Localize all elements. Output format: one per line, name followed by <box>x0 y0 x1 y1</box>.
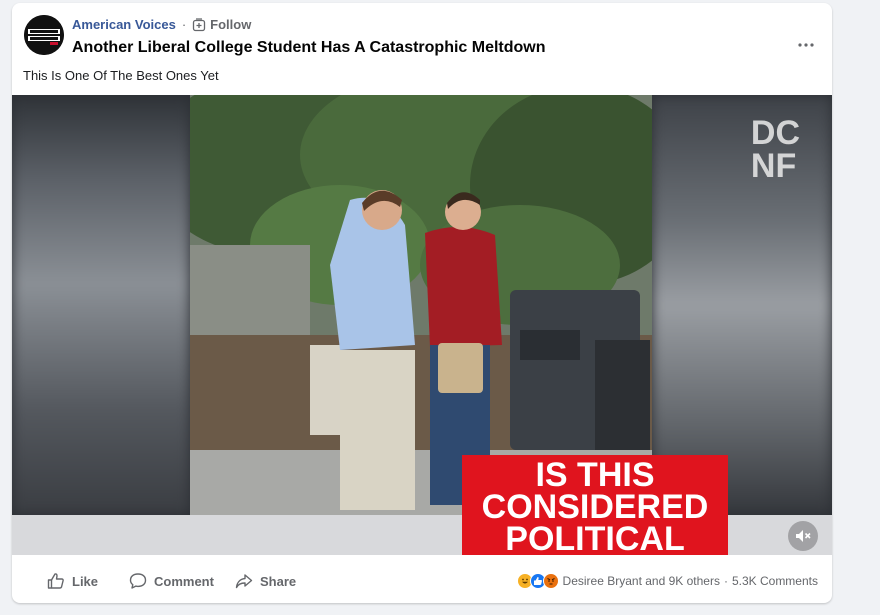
post-footer: Like Comment Share Desiree Bryant and 9K… <box>12 563 832 603</box>
video-frame <box>190 95 652 515</box>
post-title[interactable]: Another Liberal College Student Has A Ca… <box>72 39 546 57</box>
comment-icon <box>129 573 147 589</box>
more-options-icon[interactable] <box>794 37 818 53</box>
follow-button[interactable]: Follow <box>192 17 251 32</box>
angry-reaction-icon <box>542 573 559 589</box>
headline-banner: IS THIS CONSIDERED POLITICAL <box>462 455 728 555</box>
video-blur-left <box>12 95 190 515</box>
reaction-icons[interactable] <box>516 573 559 589</box>
follow-icon <box>193 17 206 31</box>
comments-count-link[interactable]: 5.3K Comments <box>732 574 818 588</box>
post-card: American Voices · Follow Another Liberal… <box>12 3 832 603</box>
share-button[interactable]: Share <box>234 571 296 591</box>
share-label: Share <box>260 573 297 589</box>
post-header: American Voices · Follow <box>72 17 251 32</box>
like-button[interactable]: Like <box>46 571 98 591</box>
page-name-link[interactable]: American Voices <box>72 17 176 32</box>
comment-label: Comment <box>154 573 214 589</box>
speaker-muted-icon <box>796 530 811 542</box>
like-label: Like <box>72 573 99 589</box>
american-voices-logo <box>24 15 64 55</box>
banner-line-3: POLITICAL <box>505 520 685 555</box>
video-player[interactable]: DC NF IS THIS CONSIDERED POLITICAL <box>12 95 832 555</box>
page-avatar[interactable] <box>24 15 64 55</box>
banner-line-2: CONSIDERED <box>481 488 709 526</box>
stats-separator: · <box>723 574 728 588</box>
share-icon <box>235 574 253 589</box>
reactors-link[interactable]: Desiree Bryant and 9K others <box>563 574 720 588</box>
engagement-stats: Desiree Bryant and 9K others · 5.3K Comm… <box>516 573 818 589</box>
dcnf-watermark: DC NF <box>750 114 800 185</box>
follow-label: Follow <box>210 17 252 32</box>
thumbs-up-icon <box>47 573 64 589</box>
video-blur-right <box>652 95 832 515</box>
post-caption: This Is One Of The Best Ones Yet <box>23 68 219 83</box>
mute-toggle-button[interactable] <box>788 521 818 551</box>
banner-line-1: IS THIS <box>535 456 655 494</box>
comment-button[interactable]: Comment <box>128 571 214 591</box>
header-separator: · <box>181 17 187 32</box>
